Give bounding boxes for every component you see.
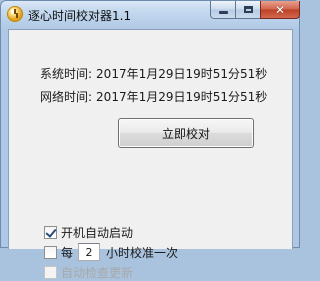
hours-input[interactable]: 2 xyxy=(78,243,101,261)
maximize-icon xyxy=(243,6,253,13)
auto-update-option: 自动检查更新 xyxy=(44,264,133,281)
hourly-sync-checkbox[interactable] xyxy=(44,245,57,259)
app-window: 逐心时间校对器1.1 ✕ 系统时间: 2017年1月29日19时51分51秒 网络… xyxy=(0,0,301,280)
minimize-button[interactable] xyxy=(210,1,236,19)
autostart-option[interactable]: 开机自动启动 xyxy=(44,224,133,241)
autostart-label: 开机自动启动 xyxy=(61,226,134,240)
auto-update-checkbox[interactable] xyxy=(44,266,57,279)
system-time-value: 2017年1月29日19时51分51秒 xyxy=(96,67,268,81)
system-time-row: 系统时间: 2017年1月29日19时51分51秒 xyxy=(40,65,267,82)
sync-now-button[interactable]: 立即校对 xyxy=(118,118,254,148)
hourly-prefix-label: 每 xyxy=(61,245,74,260)
hourly-sync-option: 每 2 小时校准一次 xyxy=(44,243,178,261)
autostart-checkbox[interactable] xyxy=(44,226,57,239)
network-time-value: 2017年1月29日19时51分51秒 xyxy=(96,90,268,104)
window-title: 逐心时间校对器1.1 xyxy=(28,9,132,23)
minimize-icon xyxy=(218,11,228,14)
network-time-label: 网络时间: xyxy=(40,90,93,104)
maximize-button[interactable] xyxy=(235,1,261,19)
client-area: 系统时间: 2017年1月29日19时51分51秒 网络时间: 2017年1月29日… xyxy=(8,29,293,280)
title-bar[interactable]: 逐心时间校对器1.1 ✕ xyxy=(1,1,301,29)
clock-icon xyxy=(7,6,23,22)
hourly-suffix-label: 小时校准一次 xyxy=(106,245,179,260)
network-time-row: 网络时间: 2017年1月29日19时51分51秒 xyxy=(40,88,267,105)
auto-update-label: 自动检查更新 xyxy=(61,266,134,280)
close-icon: ✕ xyxy=(274,2,286,17)
system-time-label: 系统时间: xyxy=(40,67,93,81)
close-button[interactable]: ✕ xyxy=(260,1,300,19)
